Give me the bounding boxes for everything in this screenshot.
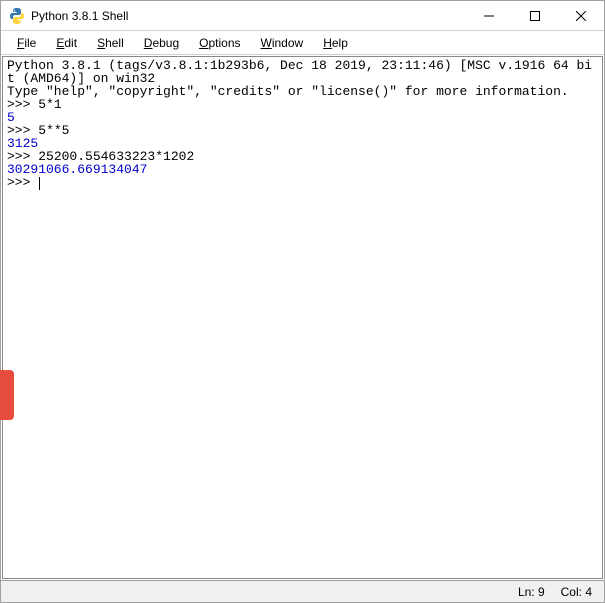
menu-help[interactable]: Help bbox=[315, 34, 356, 52]
menu-window[interactable]: Window bbox=[253, 34, 312, 52]
minimize-button[interactable] bbox=[466, 1, 512, 30]
prompt-4: >>> bbox=[7, 175, 38, 190]
side-tab-icon[interactable] bbox=[0, 370, 14, 420]
window-controls bbox=[466, 1, 604, 30]
close-button[interactable] bbox=[558, 1, 604, 30]
menubar: File Edit Shell Debug Options Window Hel… bbox=[1, 31, 604, 55]
input-1: 5*1 bbox=[38, 97, 61, 112]
menu-edit[interactable]: Edit bbox=[48, 34, 85, 52]
banner-line-2: Type "help", "copyright", "credits" or "… bbox=[7, 84, 569, 99]
statusbar: Ln: 9 Col: 4 bbox=[1, 580, 604, 602]
python-shell-window: Python 3.8.1 Shell File Edit Shell Debug… bbox=[0, 0, 605, 603]
input-2: 5**5 bbox=[38, 123, 69, 138]
menu-debug[interactable]: Debug bbox=[136, 34, 187, 52]
shell-content[interactable]: Python 3.8.1 (tags/v3.8.1:1b293b6, Dec 1… bbox=[2, 56, 603, 579]
menu-file[interactable]: File bbox=[9, 34, 44, 52]
text-cursor bbox=[39, 177, 40, 190]
banner-line-1: Python 3.8.1 (tags/v3.8.1:1b293b6, Dec 1… bbox=[7, 58, 592, 86]
python-icon bbox=[9, 8, 25, 24]
maximize-button[interactable] bbox=[512, 1, 558, 30]
window-title: Python 3.8.1 Shell bbox=[31, 9, 466, 23]
status-line: Ln: 9 bbox=[514, 585, 549, 599]
menu-options[interactable]: Options bbox=[191, 34, 248, 52]
status-column: Col: 4 bbox=[557, 585, 596, 599]
menu-shell[interactable]: Shell bbox=[89, 34, 132, 52]
titlebar: Python 3.8.1 Shell bbox=[1, 1, 604, 31]
